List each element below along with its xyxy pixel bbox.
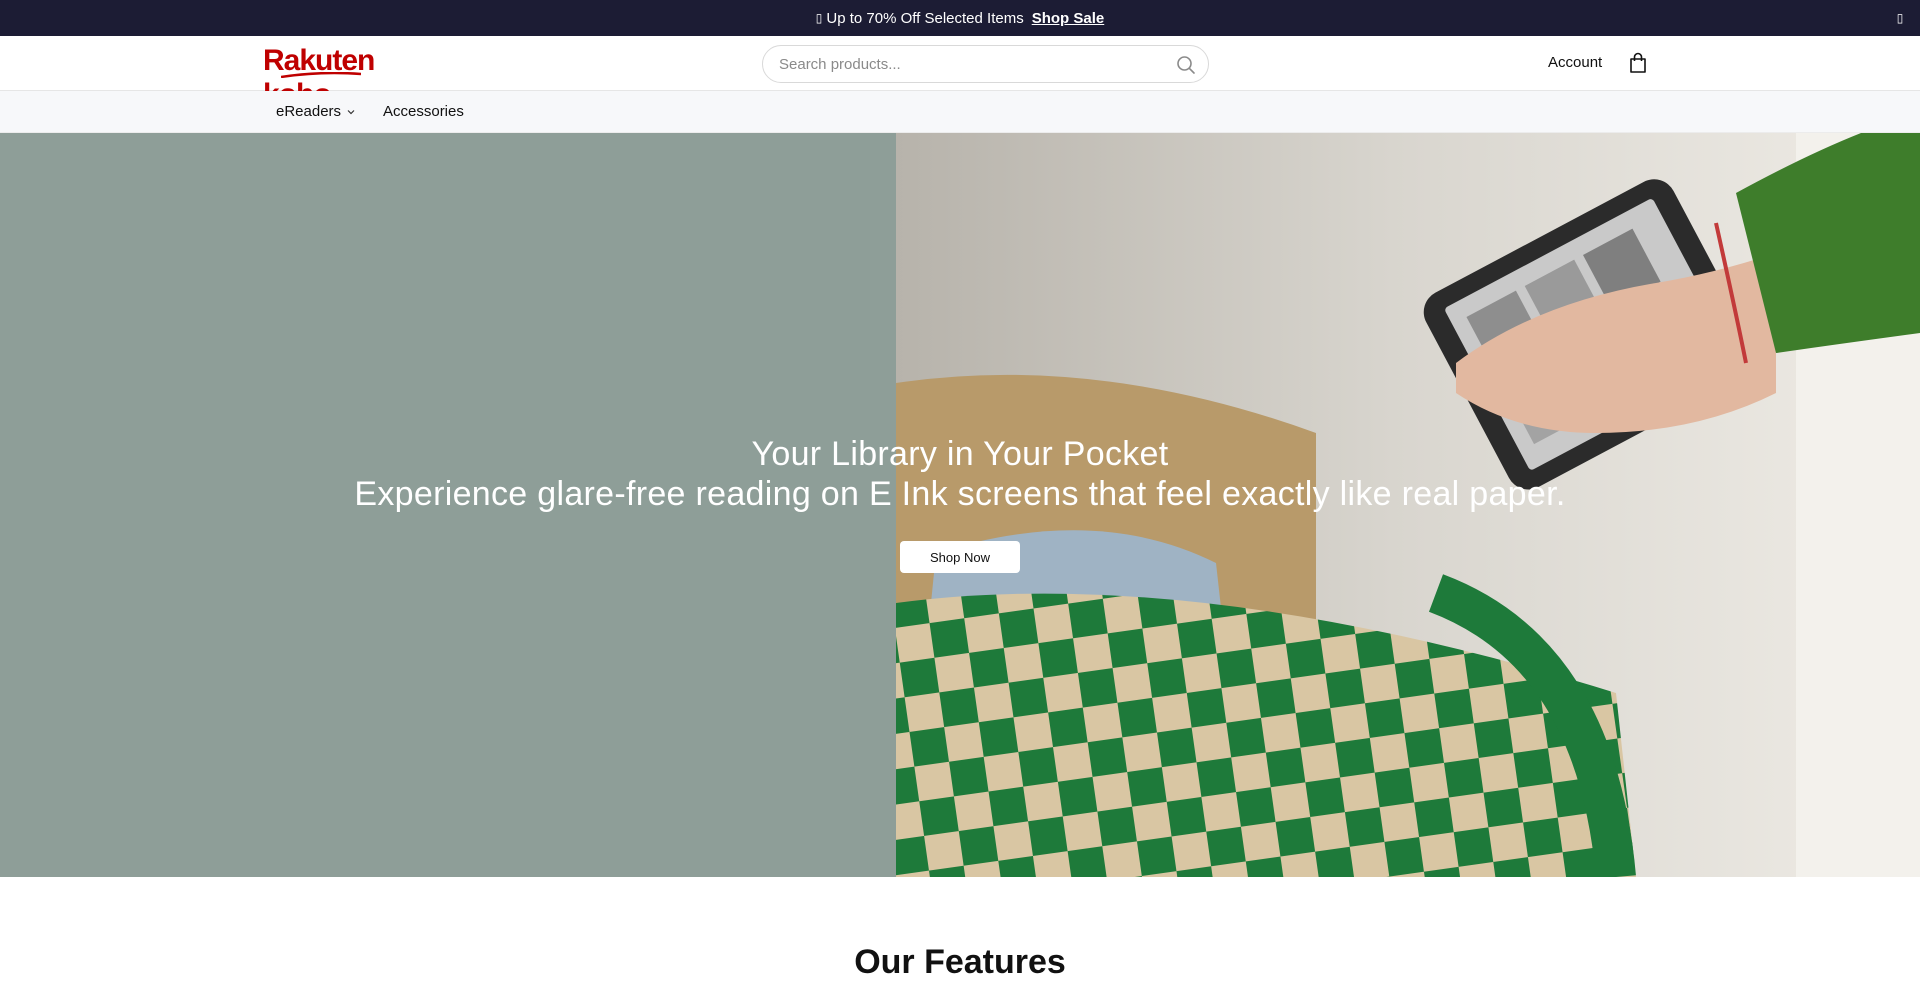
search-bar	[762, 45, 1209, 83]
hero-title: Your Library in Your Pocket	[751, 435, 1169, 473]
announcement-flag-icon: ▯	[815, 11, 823, 25]
logo-swoosh-icon	[281, 72, 361, 78]
nav-item-label: eReaders	[276, 103, 342, 120]
announcement-close-icon[interactable]: ▯	[1894, 9, 1906, 27]
announcement-message: Up to 70% Off Selected Items	[826, 9, 1024, 27]
search-input[interactable]	[779, 46, 1159, 82]
chevron-down-icon	[347, 109, 355, 114]
hero-subtitle: Experience glare-free reading on E Ink s…	[354, 475, 1566, 513]
shopping-bag-icon[interactable]	[1629, 52, 1647, 74]
nav-item-label: Accessories	[383, 103, 464, 120]
shop-sale-link[interactable]: Shop Sale	[1032, 10, 1105, 27]
rakuten-kobo-logo[interactable]: Rakuten kobo	[263, 44, 433, 111]
nav-item-accessories[interactable]: Accessories	[383, 103, 464, 120]
announcement-bar: ▯ Up to 70% Off Selected Items Shop Sale…	[0, 0, 1920, 36]
features-heading: Our Features	[854, 943, 1066, 981]
hero-banner: Your Library in Your Pocket Experience g…	[0, 133, 1920, 877]
account-link[interactable]: Account	[1548, 54, 1602, 71]
search-icon[interactable]	[1176, 55, 1196, 75]
shop-now-button[interactable]: Shop Now	[900, 541, 1020, 573]
nav-item-ereaders[interactable]: eReaders	[276, 103, 356, 120]
site-header: Rakuten kobo Account	[0, 36, 1920, 111]
category-nav: eReaders Accessories	[0, 91, 1920, 133]
